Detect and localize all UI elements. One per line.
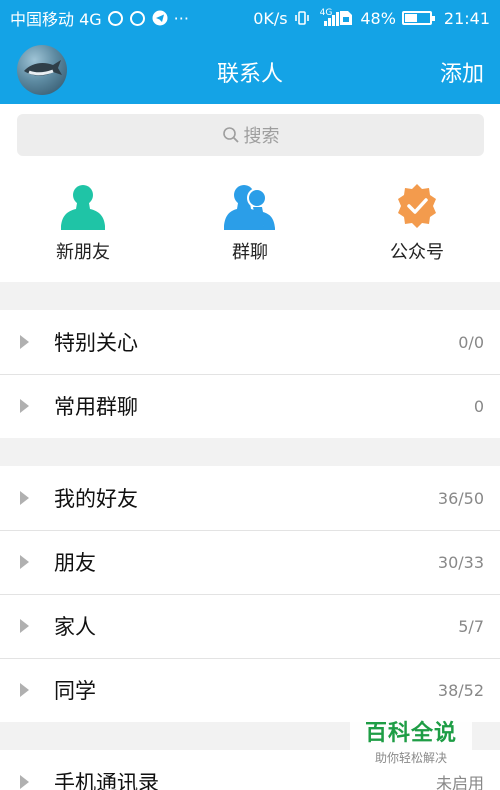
contact-group-section: 我的好友 36/50 朋友 30/33 家人 5/7 同学 38/52 — [0, 466, 500, 722]
contact-group-row[interactable]: 特别关心 0/0 — [0, 310, 500, 374]
contact-group-section: 特别关心 0/0 常用群聊 0 — [0, 310, 500, 438]
expand-arrow-icon — [20, 335, 29, 349]
group-count: 5/7 — [458, 616, 484, 636]
quick-action-label: 群聊 — [232, 242, 268, 263]
group-count: 未启用 — [435, 774, 484, 790]
expand-arrow-icon — [20, 491, 29, 505]
group-count: 30/33 — [437, 552, 484, 572]
group-name: 特别关心 — [54, 331, 138, 355]
search-input[interactable]: 搜索 — [17, 114, 484, 156]
network-type-label: 4G — [319, 8, 333, 18]
battery-percent: 48% — [360, 8, 396, 28]
verified-badge-icon — [398, 184, 436, 228]
notification-icon — [130, 10, 146, 26]
search-icon — [222, 127, 239, 143]
battery-icon — [401, 11, 435, 25]
group-chat-button[interactable]: 群聊 — [190, 182, 310, 264]
page-title: 联系人 — [216, 62, 283, 87]
notification-icon — [108, 10, 124, 26]
group-name: 常用群聊 — [54, 395, 138, 419]
group-name: 同学 — [54, 679, 96, 703]
group-icon — [224, 185, 275, 230]
search-placeholder: 搜索 — [243, 126, 280, 147]
quick-action-label: 公众号 — [390, 242, 444, 263]
contact-group-row[interactable]: 朋友 30/33 — [0, 530, 500, 594]
expand-arrow-icon — [20, 399, 29, 413]
add-button[interactable]: 添加 — [440, 56, 484, 88]
expand-arrow-icon — [20, 683, 29, 697]
watermark-subtitle: 助你轻松解决 — [374, 751, 447, 765]
expand-arrow-icon — [20, 775, 29, 789]
clock: 21:41 — [443, 8, 490, 28]
telegram-icon — [152, 10, 168, 26]
app-header: 联系人 添加 — [0, 36, 500, 104]
contact-group-row[interactable]: 家人 5/7 — [0, 594, 500, 658]
vibrate-icon — [294, 10, 310, 26]
expand-arrow-icon — [20, 555, 29, 569]
expand-arrow-icon — [20, 619, 29, 633]
more-indicator: ··· — [173, 8, 189, 28]
status-bar: 中国移动 4G ··· 0K/s 4G 48% 21:41 — [0, 0, 500, 36]
group-name: 我的好友 — [54, 487, 138, 511]
carrier-label: 中国移动 4G — [10, 10, 102, 29]
network-speed: 0K/s — [253, 8, 288, 28]
group-count: 0/0 — [458, 332, 484, 352]
sim-icon — [338, 10, 354, 26]
watermark-logo: 百科全说 助你轻松解决 — [350, 712, 472, 768]
quick-action-label: 新朋友 — [56, 242, 110, 263]
group-count: 0 — [473, 396, 484, 416]
person-icon — [61, 185, 105, 230]
watermark-title: 百科全说 — [364, 721, 457, 746]
contacts-top-panel: 搜索 新朋友 群聊 公众号 — [0, 104, 500, 282]
contact-group-row[interactable]: 我的好友 36/50 — [0, 466, 500, 530]
new-friends-button[interactable]: 新朋友 — [23, 182, 143, 264]
group-name: 家人 — [54, 615, 96, 639]
group-name: 手机通讯录 — [54, 771, 159, 790]
group-name: 朋友 — [54, 551, 96, 575]
official-accounts-button[interactable]: 公众号 — [357, 182, 477, 264]
contact-group-row[interactable]: 常用群聊 0 — [0, 374, 500, 438]
group-count: 38/52 — [437, 680, 484, 700]
group-count: 36/50 — [437, 488, 484, 508]
